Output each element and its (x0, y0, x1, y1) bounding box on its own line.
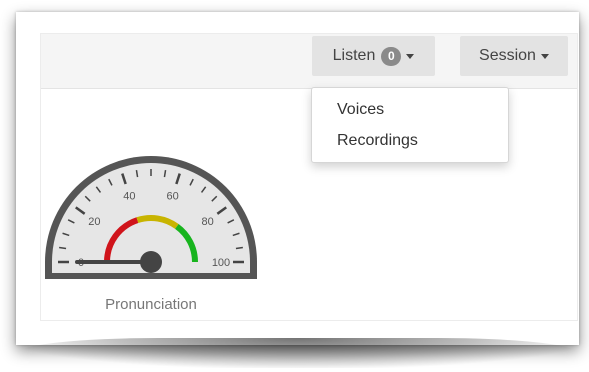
gauge-tick-label: 40 (123, 190, 135, 202)
gauge-graphic: 020406080100 (45, 156, 257, 279)
pronunciation-gauge: 020406080100 (44, 152, 260, 287)
listen-dropdown-button[interactable]: Listen 0 (312, 36, 435, 76)
card-curl-shadow (18, 338, 578, 368)
session-label: Session (479, 47, 536, 64)
gauge-tick-label: 100 (212, 257, 230, 269)
gauge-tick-label: 20 (88, 216, 100, 228)
session-dropdown-button[interactable]: Session (460, 36, 568, 76)
listen-dropdown-menu: Voices Recordings (311, 87, 509, 163)
navbar: Listen 0 Session (41, 34, 577, 89)
menu-item-recordings[interactable]: Recordings (337, 132, 418, 150)
gauge-title: Pronunciation (105, 296, 197, 313)
gauge-tick-label: 80 (202, 216, 214, 228)
caret-down-icon (540, 53, 549, 59)
gauge-needle-hub (140, 251, 162, 273)
listen-count-badge: 0 (381, 46, 402, 66)
caret-down-icon (406, 53, 415, 59)
listen-label: Listen (332, 47, 376, 64)
gauge-tick-label: 60 (167, 190, 179, 202)
menu-item-voices[interactable]: Voices (337, 101, 384, 119)
